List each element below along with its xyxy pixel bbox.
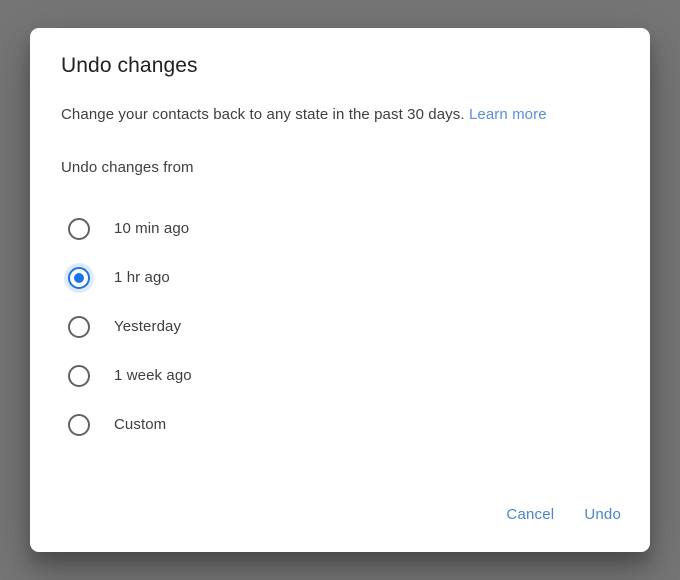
dialog-actions: Cancel Undo (495, 496, 632, 534)
radio-group-label: Undo changes from (61, 159, 194, 176)
dialog-description: Change your contacts back to any state i… (61, 104, 630, 126)
radio-circle-icon (68, 315, 90, 338)
radio-circle-icon (68, 413, 90, 436)
cancel-button[interactable]: Cancel (495, 496, 565, 534)
radio-option-yesterday[interactable]: Yesterday (68, 302, 630, 351)
undo-changes-dialog: Undo changes Change your contacts back t… (30, 28, 650, 552)
dialog-description-text: Change your contacts back to any state i… (61, 106, 465, 123)
radio-circle-icon (68, 217, 90, 240)
radio-option-label: Yesterday (114, 317, 182, 335)
radio-option-1-hr-ago[interactable]: 1 hr ago (68, 253, 630, 302)
undo-time-radio-group: 10 min ago 1 hr ago Yesterday 1 week ago… (68, 204, 630, 449)
undo-button[interactable]: Undo (573, 496, 632, 534)
radio-option-10-min-ago[interactable]: 10 min ago (68, 204, 630, 253)
radio-circle-selected-icon (68, 266, 90, 289)
radio-option-label: 1 hr ago (114, 268, 170, 286)
dialog-title: Undo changes (61, 54, 198, 77)
radio-circle-icon (68, 364, 90, 387)
radio-option-1-week-ago[interactable]: 1 week ago (68, 351, 630, 400)
radio-option-label: 10 min ago (114, 219, 190, 237)
radio-option-label: Custom (114, 415, 167, 433)
radio-option-custom[interactable]: Custom (68, 400, 630, 449)
radio-option-label: 1 week ago (114, 366, 192, 384)
learn-more-link[interactable]: Learn more (469, 106, 547, 123)
